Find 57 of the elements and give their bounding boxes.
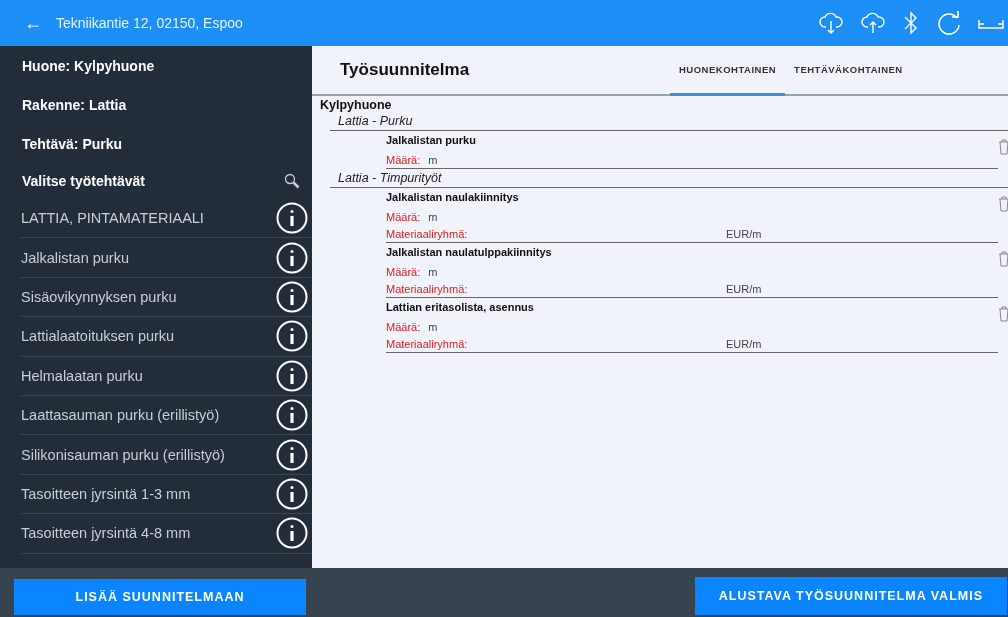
sidebar-heading: Huone: Kylpyhuone xyxy=(21,57,156,76)
trash-icon[interactable] xyxy=(998,306,1008,322)
field-label: Materiaaliryhmä: xyxy=(386,337,469,350)
task-list-item[interactable]: Tasoitteen jyrsintä 1-3 mm xyxy=(21,485,191,502)
field-value: m xyxy=(428,265,438,278)
trash-icon[interactable] xyxy=(998,251,1008,267)
info-icon[interactable] xyxy=(276,477,308,510)
field-label: Määrä: xyxy=(386,320,421,333)
search-icon[interactable] xyxy=(284,173,300,189)
add-to-plan-button[interactable]: LISÄÄ SUUNNITELMAAN xyxy=(14,579,306,615)
field-value: m xyxy=(428,210,438,223)
task-list-item[interactable]: Lattialaatoituksen purku xyxy=(21,328,175,345)
group-title: Lattia - Timpurityöt xyxy=(330,169,1008,188)
field-label: Materiaaliryhmä: xyxy=(386,282,469,295)
info-icon[interactable] xyxy=(276,517,308,550)
task-name: Lattian eritasolista, asennus xyxy=(386,301,535,315)
cloud-upload-icon[interactable] xyxy=(860,11,886,35)
field-value: m xyxy=(428,153,438,166)
tab[interactable]: TEHTÄVÄKOHTAINEN xyxy=(785,46,912,96)
task-list-item[interactable]: Tasoitteen jyrsintä 4-8 mm xyxy=(21,525,191,542)
task-list-item[interactable]: Sisäovikynnyksen purku xyxy=(21,288,177,305)
task-list-item[interactable]: Silikonisauman purku (erillistyö) xyxy=(21,446,225,463)
task-list-item[interactable]: Jalkalistan purku xyxy=(21,249,129,266)
task-list-item[interactable]: Helmalaatan purku xyxy=(21,367,143,384)
group-title: Lattia - Purku xyxy=(330,112,1008,131)
task-name: Jalkalistan naulakiinnitys xyxy=(386,191,520,205)
task-list-item[interactable]: Laattasauman purku (erillistyö) xyxy=(21,407,220,424)
info-icon[interactable] xyxy=(276,438,308,471)
info-icon[interactable] xyxy=(276,399,308,432)
unit-label: EUR/m xyxy=(726,337,762,350)
sidebar-heading: Rakenne: Lattia xyxy=(21,96,128,115)
room-name: Kylpyhuone xyxy=(320,98,393,112)
field-label: Määrä: xyxy=(386,265,421,278)
trash-icon[interactable] xyxy=(998,139,1008,155)
tab[interactable]: HUONEKOHTAINEN xyxy=(670,46,786,96)
info-icon[interactable] xyxy=(276,320,308,353)
info-icon[interactable] xyxy=(276,241,308,274)
field-label: Määrä: xyxy=(386,210,421,223)
address-title: Tekniikantie 12, 02150, Espoo xyxy=(56,15,243,31)
task-name: Jalkalistan purku xyxy=(386,134,477,148)
plan-ready-button[interactable]: ALUSTAVA TYÖSUUNNITELMA VALMIS xyxy=(694,577,1007,615)
field-value: m xyxy=(428,320,438,333)
field-label: Materiaaliryhmä: xyxy=(386,227,469,240)
task-name: Jalkalistan naulatulppakiinnitys xyxy=(386,246,553,260)
cloud-download-icon[interactable] xyxy=(818,11,844,35)
unit-label: EUR/m xyxy=(726,227,762,240)
info-icon[interactable] xyxy=(276,202,308,235)
refresh-icon[interactable] xyxy=(936,10,962,36)
list-title: Valitse työtehtävät xyxy=(22,173,145,189)
trash-icon[interactable] xyxy=(998,196,1008,212)
plan-title: Työsuunnitelma xyxy=(340,60,471,80)
field-label: Määrä: xyxy=(386,153,421,166)
sidebar-heading: Tehtävä: Purku xyxy=(21,135,124,154)
info-icon[interactable] xyxy=(276,359,308,392)
unit-label: EUR/m xyxy=(726,282,762,295)
task-list-item[interactable]: LATTIA, PINTAMATERIAALI xyxy=(21,210,204,227)
info-icon[interactable] xyxy=(276,280,308,313)
